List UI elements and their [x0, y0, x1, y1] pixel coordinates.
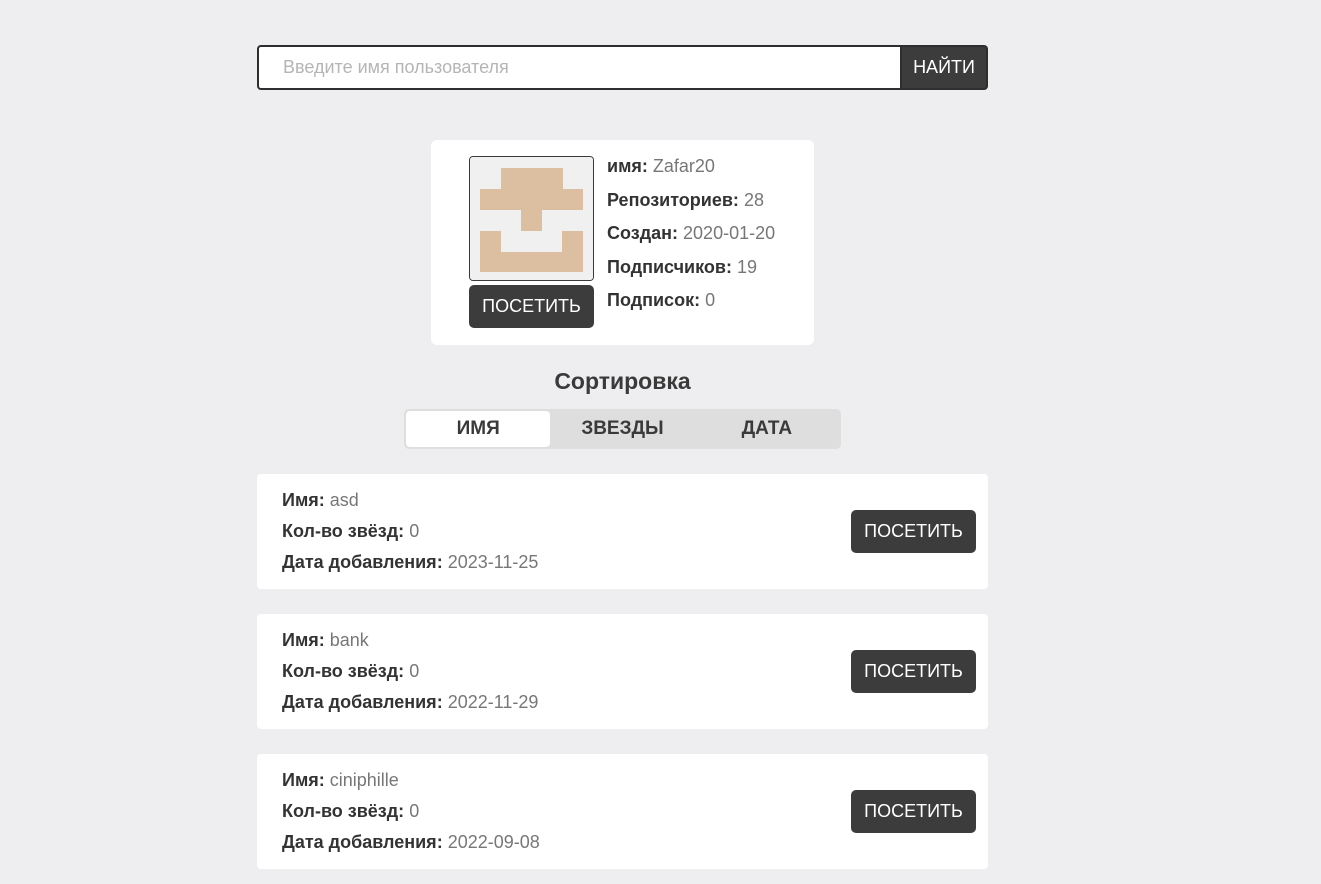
repo-visit-button[interactable]: ПОСЕТИТЬ [851, 650, 976, 693]
repo-date-row: Дата добавления: 2022-11-29 [282, 688, 538, 719]
repo-stars-value: 0 [409, 521, 420, 541]
repo-card: Имя: asd Кол-во звёзд: 0 Дата добавления… [257, 474, 988, 589]
repo-stars-value: 0 [409, 661, 420, 681]
repo-info: Имя: asd Кол-во звёзд: 0 Дата добавления… [282, 486, 538, 579]
sort-toggle-group: ИМЯ ЗВЕЗДЫ ДАТА [404, 409, 841, 449]
repo-date-value: 2022-09-08 [447, 832, 540, 852]
repo-stars-label: Кол-во звёзд: [282, 521, 405, 541]
repo-stars-row: Кол-во звёзд: 0 [282, 797, 540, 828]
user-name-row: имя: Zafar20 [607, 152, 775, 186]
user-name-label: имя: [607, 156, 648, 176]
repo-date-value: 2022-11-29 [447, 692, 539, 712]
sort-title: Сортировка [554, 368, 691, 394]
sort-option-stars[interactable]: ЗВЕЗДЫ [550, 411, 694, 447]
repo-name-label: Имя: [282, 490, 325, 510]
user-created-value: 2020-01-20 [683, 223, 776, 243]
repo-stars-label: Кол-во звёзд: [282, 661, 405, 681]
repo-date-label: Дата добавления: [282, 692, 443, 712]
repo-visit-button[interactable]: ПОСЕТИТЬ [851, 790, 976, 833]
repo-name-label: Имя: [282, 630, 325, 650]
repo-date-label: Дата добавления: [282, 832, 443, 852]
repo-stars-label: Кол-во звёзд: [282, 801, 405, 821]
repo-stars-row: Кол-во звёзд: 0 [282, 657, 538, 688]
repo-name-value: ciniphille [329, 770, 399, 790]
user-profile-card: ПОСЕТИТЬ имя: Zafar20 Репозиториев: 28 С… [431, 140, 814, 345]
repo-name-row: Имя: bank [282, 626, 538, 657]
repo-card: Имя: ciniphille Кол-во звёзд: 0 Дата доб… [257, 754, 988, 869]
repo-stars-value: 0 [409, 801, 420, 821]
user-repos-label: Репозиториев: [607, 189, 739, 210]
repo-name-row: Имя: ciniphille [282, 766, 540, 797]
repo-stars-row: Кол-во звёзд: 0 [282, 517, 538, 548]
repo-date-row: Дата добавления: 2022-09-08 [282, 828, 540, 859]
user-following-label: Подписок: [607, 290, 701, 310]
user-repos-row: Репозиториев: 28 [607, 186, 775, 220]
repo-date-value: 2023-11-25 [447, 552, 539, 572]
user-followers-row: Подписчиков: 19 [607, 253, 775, 287]
user-following-value: 0 [705, 290, 716, 310]
repo-info: Имя: bank Кол-во звёзд: 0 Дата добавлени… [282, 626, 538, 719]
visit-profile-button[interactable]: ПОСЕТИТЬ [469, 285, 594, 328]
user-info-list: имя: Zafar20 Репозиториев: 28 Создан: 20… [607, 152, 775, 320]
user-followers-label: Подписчиков: [607, 256, 732, 277]
user-followers-value: 19 [736, 256, 757, 277]
sort-option-name[interactable]: ИМЯ [406, 411, 551, 447]
repo-date-label: Дата добавления: [282, 552, 443, 572]
repo-info: Имя: ciniphille Кол-во звёзд: 0 Дата доб… [282, 766, 540, 859]
user-repos-value: 28 [743, 189, 764, 210]
repo-card: Имя: bank Кол-во звёзд: 0 Дата добавлени… [257, 614, 988, 729]
repo-name-row: Имя: asd [282, 486, 538, 517]
identicon-avatar-icon [469, 156, 594, 281]
search-bar: НАЙТИ [257, 45, 988, 90]
search-button[interactable]: НАЙТИ [902, 45, 988, 90]
username-search-input[interactable] [257, 45, 902, 90]
user-created-label: Создан: [607, 223, 679, 243]
sort-option-date[interactable]: ДАТА [695, 411, 839, 447]
repo-name-label: Имя: [282, 770, 325, 790]
user-following-row: Подписок: 0 [607, 286, 775, 320]
repo-visit-button[interactable]: ПОСЕТИТЬ [851, 510, 976, 553]
repo-date-row: Дата добавления: 2023-11-25 [282, 548, 538, 579]
user-name-value: Zafar20 [652, 156, 715, 176]
user-created-row: Создан: 2020-01-20 [607, 219, 775, 253]
repo-name-value: asd [329, 490, 359, 510]
repo-name-value: bank [329, 630, 369, 650]
